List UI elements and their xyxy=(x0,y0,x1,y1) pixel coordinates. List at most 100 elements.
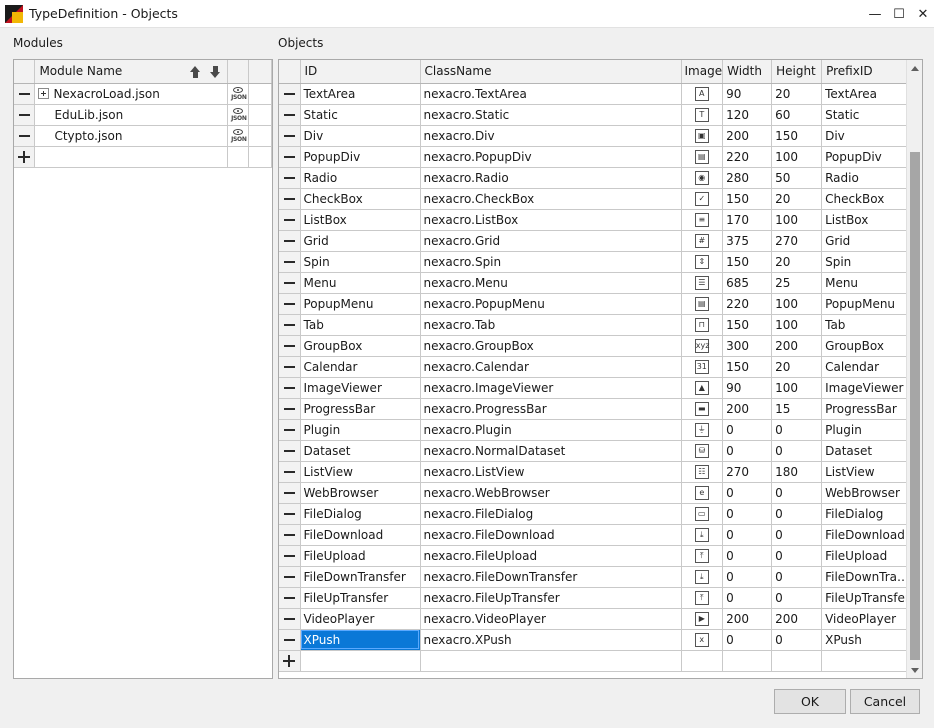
object-id-cell[interactable]: Menu xyxy=(300,272,421,294)
object-id-cell[interactable]: Radio xyxy=(300,167,421,189)
object-width-cell[interactable]: 0 xyxy=(722,545,773,567)
object-width-cell[interactable]: 170 xyxy=(722,209,773,231)
remove-object-icon[interactable] xyxy=(283,639,295,641)
object-row[interactable]: VideoPlayer nexacro.VideoPlayer ▶ 200 200 Vid… xyxy=(279,608,911,630)
object-width-cell[interactable]: 120 xyxy=(722,104,773,126)
object-classname-cell[interactable]: nexacro.Div xyxy=(420,125,682,147)
object-classname-cell[interactable]: nexacro.Tab xyxy=(420,314,682,336)
object-image-cell[interactable]: ▣ xyxy=(681,125,724,147)
object-width-cell[interactable]: 0 xyxy=(722,419,773,441)
object-height-cell[interactable]: 270 xyxy=(771,230,823,252)
object-height-cell[interactable]: 200 xyxy=(771,608,823,630)
height-column-header[interactable]: Height xyxy=(771,60,823,84)
scroll-thumb[interactable] xyxy=(910,152,920,660)
remove-object-icon[interactable] xyxy=(283,408,295,410)
object-row[interactable]: Grid nexacro.Grid #375 270 Grid xyxy=(279,230,911,252)
object-prefixid-cell[interactable]: Menu xyxy=(821,272,911,294)
object-image-cell[interactable]: ⊓ xyxy=(681,314,724,336)
object-classname-cell[interactable]: nexacro.FileUpTransfer xyxy=(420,587,682,609)
object-row-handle[interactable] xyxy=(279,608,301,630)
modules-grid[interactable]: Module Name NexacroLoad.json JSON EduLib.j… xyxy=(13,59,273,679)
object-height-cell[interactable]: 50 xyxy=(771,167,823,189)
module-name-cell[interactable]: EduLib.json xyxy=(34,104,229,126)
object-width-cell[interactable]: 0 xyxy=(722,566,773,588)
object-prefixid-cell[interactable]: FileDownload xyxy=(821,524,911,546)
object-image-cell[interactable]: ▬ xyxy=(681,398,724,420)
object-prefixid-cell[interactable]: Plugin xyxy=(821,419,911,441)
object-prefixid-cell[interactable]: Div xyxy=(821,125,911,147)
object-width-cell[interactable]: 150 xyxy=(722,251,773,273)
module-add-handle[interactable] xyxy=(14,146,36,168)
object-width-cell[interactable]: 200 xyxy=(722,608,773,630)
object-width-cell[interactable]: 0 xyxy=(722,440,773,462)
object-classname-cell[interactable]: nexacro.PopupMenu xyxy=(420,293,682,315)
add-module-icon[interactable] xyxy=(18,151,31,163)
object-image-cell[interactable]: ⤓ xyxy=(681,524,724,546)
object-height-cell[interactable]: 0 xyxy=(771,503,823,525)
object-row-handle[interactable] xyxy=(279,587,301,609)
object-height-cell[interactable]: 100 xyxy=(771,146,823,168)
object-id-cell[interactable]: PopupMenu xyxy=(300,293,421,315)
object-row-handle[interactable] xyxy=(279,440,301,462)
object-height-cell[interactable]: 180 xyxy=(771,461,823,483)
object-classname-cell[interactable]: nexacro.Spin xyxy=(420,251,682,273)
module-row[interactable]: NexacroLoad.json JSON xyxy=(14,83,272,105)
object-height-cell[interactable]: 60 xyxy=(771,104,823,126)
object-row[interactable]: Spin nexacro.Spin ⇕ 150 20 Spin xyxy=(279,251,911,273)
object-width-cell[interactable]: 220 xyxy=(722,146,773,168)
module-name-cell[interactable]: Ctypto.json xyxy=(34,125,229,147)
module-row-handle[interactable] xyxy=(14,83,36,105)
object-prefixid-cell[interactable]: ProgressBar xyxy=(821,398,911,420)
object-row[interactable]: PopupDiv nexacro.PopupDiv ▤ 220 100 PopupDiv xyxy=(279,146,911,168)
module-row[interactable]: EduLib.json JSON xyxy=(14,104,272,126)
object-prefixid-cell[interactable]: FileUpload xyxy=(821,545,911,567)
object-prefixid-cell[interactable]: FileUpTransfer xyxy=(821,587,911,609)
object-row[interactable]: ListBox nexacro.ListBox ≡ 170 100 ListBox xyxy=(279,209,911,231)
object-row[interactable]: Plugin nexacro.Plugin ⏚ 0 0 Plugin xyxy=(279,419,911,441)
object-id-cell[interactable]: FileDialog xyxy=(300,503,421,525)
object-width-cell[interactable]: 90 xyxy=(722,83,773,105)
object-row-handle[interactable] xyxy=(279,314,301,336)
module-name-cell[interactable]: NexacroLoad.json xyxy=(34,83,229,105)
module-add-row[interactable] xyxy=(14,146,272,168)
object-height-cell[interactable]: 100 xyxy=(771,209,823,231)
remove-object-icon[interactable] xyxy=(283,177,295,179)
object-add-handle[interactable] xyxy=(279,650,301,672)
object-height-cell[interactable]: 0 xyxy=(771,629,823,651)
object-row-handle[interactable] xyxy=(279,272,301,294)
object-image-cell[interactable]: ≡ xyxy=(681,209,724,231)
object-image-cell[interactable]: ⤒ xyxy=(681,545,724,567)
object-row-handle[interactable] xyxy=(279,188,301,210)
object-row-handle[interactable] xyxy=(279,545,301,567)
objects-grid[interactable]: ID ClassName Image Width Height PrefixID… xyxy=(278,59,923,679)
object-classname-cell[interactable]: nexacro.Grid xyxy=(420,230,682,252)
object-image-cell[interactable]: ⇕ xyxy=(681,251,724,273)
object-width-cell[interactable]: 150 xyxy=(722,188,773,210)
object-row[interactable]: Calendar nexacro.Calendar 31 150 20 Calendar xyxy=(279,356,911,378)
object-row-handle[interactable] xyxy=(279,461,301,483)
object-classname-cell[interactable]: nexacro.Static xyxy=(420,104,682,126)
module-row-handle[interactable] xyxy=(14,125,36,147)
image-column-header[interactable]: Image xyxy=(681,60,724,84)
object-add-row[interactable] xyxy=(279,650,911,672)
object-id-cell[interactable]: Plugin xyxy=(300,419,421,441)
object-row-handle[interactable] xyxy=(279,356,301,378)
remove-object-icon[interactable] xyxy=(283,576,295,578)
object-prefixid-cell[interactable]: Tab xyxy=(821,314,911,336)
object-classname-cell[interactable]: nexacro.FileUpload xyxy=(420,545,682,567)
object-width-cell[interactable]: 0 xyxy=(722,587,773,609)
object-row-handle[interactable] xyxy=(279,629,301,651)
object-height-cell[interactable]: 25 xyxy=(771,272,823,294)
object-prefixid-cell[interactable]: FileDownTra… xyxy=(821,566,911,588)
object-image-cell[interactable]: 31 xyxy=(681,356,724,378)
object-id-cell[interactable]: VideoPlayer xyxy=(300,608,421,630)
object-height-cell[interactable]: 200 xyxy=(771,335,823,357)
object-prefixid-cell[interactable]: PopupDiv xyxy=(821,146,911,168)
object-row[interactable]: Menu nexacro.Menu ☰ 685 25 Menu xyxy=(279,272,911,294)
remove-object-icon[interactable] xyxy=(283,156,295,158)
module-row-handle[interactable] xyxy=(14,104,36,126)
object-id-cell[interactable]: CheckBox xyxy=(300,188,421,210)
object-row[interactable]: WebBrowser nexacro.WebBrowser e 0 0 WebBrowse… xyxy=(279,482,911,504)
module-json-cell[interactable]: JSON xyxy=(227,125,250,147)
object-row[interactable]: FileDownload nexacro.FileDownload ⤓ 0 0 FileD… xyxy=(279,524,911,546)
